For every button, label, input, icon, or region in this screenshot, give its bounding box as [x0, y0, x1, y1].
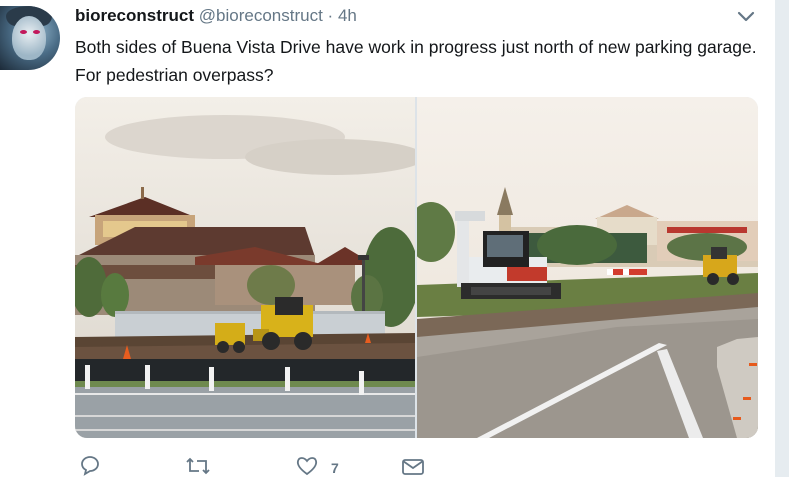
- avatar-eye-left: [20, 30, 27, 34]
- tweet-text: Both sides of Buena Vista Drive have wor…: [75, 37, 757, 85]
- avatar-eye-right: [33, 30, 40, 34]
- reply-icon[interactable]: [79, 455, 101, 477]
- tweet-actions: 7: [75, 455, 575, 477]
- avatar[interactable]: [0, 6, 60, 70]
- tweet-card[interactable]: bioreconstruct @bioreconstruct · 4h Both…: [0, 0, 775, 477]
- chevron-down-icon[interactable]: [736, 10, 756, 24]
- media-grid: [75, 97, 758, 438]
- heart-icon[interactable]: [295, 455, 319, 477]
- photo-left[interactable]: [75, 97, 415, 438]
- header-separator: ·: [327, 6, 334, 25]
- author-name[interactable]: bioreconstruct: [75, 6, 194, 25]
- tweet-timestamp[interactable]: 4h: [338, 6, 357, 25]
- retweet-icon[interactable]: [185, 455, 211, 477]
- author-handle[interactable]: @bioreconstruct: [199, 6, 323, 25]
- avatar-face: [12, 16, 46, 60]
- timeline-gutter: [775, 0, 789, 477]
- tweet-header: bioreconstruct @bioreconstruct · 4h: [75, 6, 357, 26]
- envelope-icon[interactable]: [401, 455, 425, 477]
- photo-right[interactable]: [417, 97, 758, 438]
- like-count: 7: [331, 460, 339, 476]
